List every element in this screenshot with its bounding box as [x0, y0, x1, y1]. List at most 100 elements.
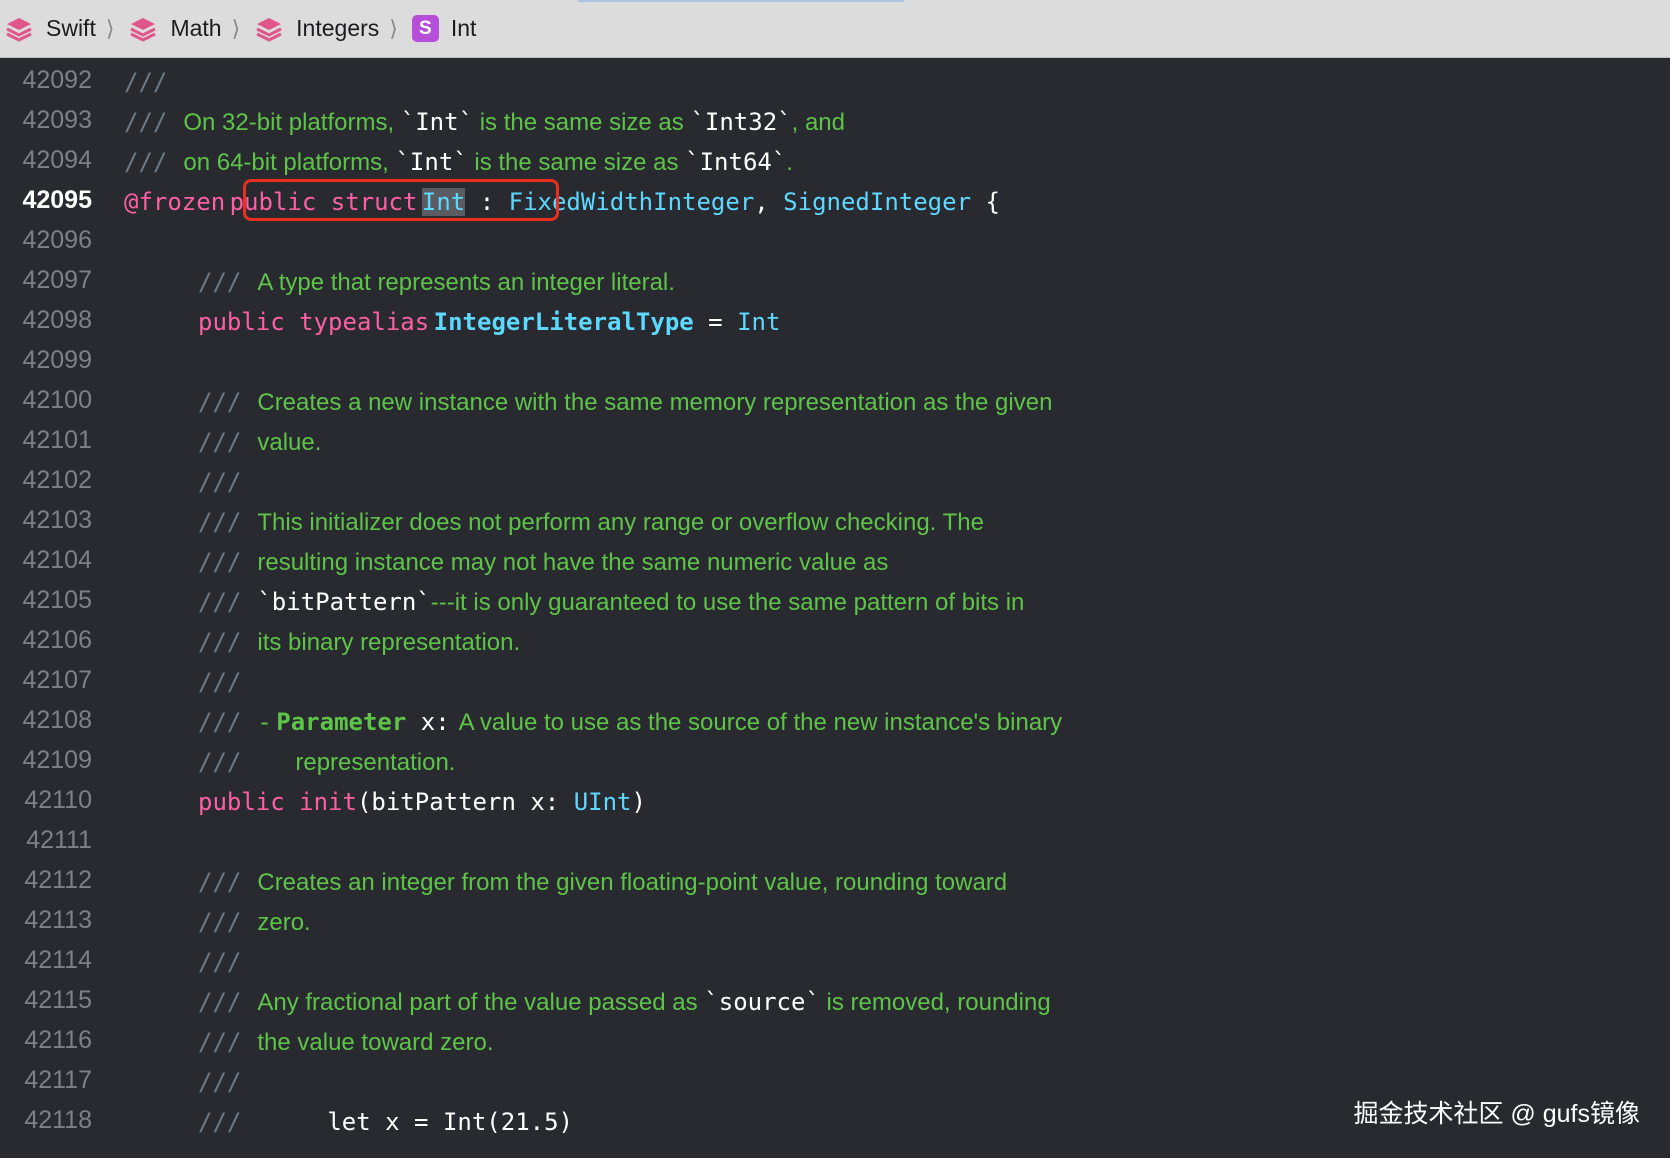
code-line[interactable]: 42116 /// the value toward zero. — [0, 1022, 1670, 1062]
line-number: 42092 — [22, 66, 92, 94]
doc-comment-marker: /// — [198, 548, 242, 576]
code-line[interactable]: 42105 /// `bitPattern`---it is only guaran… — [0, 582, 1670, 622]
line-number: 42096 — [22, 226, 92, 254]
code-content: /// Creates an integer from the given flo… — [198, 862, 1007, 906]
code-content: /// Creates a new instance with the same … — [198, 382, 1052, 426]
code-line[interactable]: 42115 /// Any fractional part of the value… — [0, 982, 1670, 1022]
code-content: /// value. — [198, 422, 321, 466]
close-paren: ) — [631, 788, 646, 816]
doc-comment-marker: /// — [198, 748, 242, 776]
type-name: IntegerLiteralType — [433, 308, 694, 336]
breadcrumb-separator: ⟩ — [231, 15, 241, 41]
doc-text: the value toward zero. — [257, 1029, 494, 1056]
doc-comment-marker: /// — [124, 108, 168, 136]
breadcrumb-separator: ⟩ — [389, 15, 398, 41]
parameter-list: (bitPattern x: — [356, 788, 574, 816]
code-line[interactable]: 42107 /// — [0, 662, 1670, 702]
breadcrumb-separator: ⟩ — [105, 15, 115, 41]
breadcrumb-label: Swift — [46, 15, 96, 41]
code-line[interactable]: 42097 /// A type that represents an intege… — [0, 262, 1670, 302]
watermark: 掘金技术社区 @ gufs镜像 — [1353, 1100, 1640, 1128]
doc-comment-text: let x = Int(21.5) — [257, 1108, 573, 1136]
list-dash: - — [257, 708, 272, 736]
framework-stack-icon — [256, 17, 282, 42]
code-line[interactable]: 42096 — [0, 222, 1670, 262]
inline-code: `Int` — [400, 108, 474, 136]
breadcrumb-item-swift[interactable]: Swift — [4, 14, 96, 44]
declaration-keyword: public init — [198, 788, 357, 816]
line-number: 42103 — [22, 506, 92, 534]
code-line[interactable]: 42103 /// This initializer does not perfor… — [0, 502, 1670, 542]
line-number: 42100 — [22, 386, 92, 414]
code-line[interactable]: 42109 /// representation. — [0, 742, 1670, 782]
doc-comment-text: This initializer does not perform any ra… — [257, 509, 984, 536]
code-line[interactable]: 42092 /// — [0, 62, 1670, 102]
doc-comment-marker: /// — [198, 1068, 242, 1096]
code-line[interactable]: 42110 public init(bitPattern x: UInt) — [0, 782, 1670, 822]
code-line[interactable]: 42104 /// resulting instance may not have … — [0, 542, 1670, 582]
doc-text: resulting instance may not have the same… — [257, 549, 889, 576]
line-number: 42093 — [22, 106, 92, 134]
breadcrumb-label: Math — [170, 15, 222, 41]
doc-comment-marker: /// — [198, 628, 242, 656]
code-line[interactable]: 42112 /// Creates an integer from the give… — [0, 862, 1670, 902]
line-number: 42118 — [24, 1106, 92, 1134]
code-content: /// — [124, 62, 183, 106]
doc-comment-text: value. — [257, 429, 321, 456]
code-content: public init(bitPattern x: UInt) — [198, 782, 646, 826]
code-line[interactable]: 42100 /// Creates a new instance with the … — [0, 382, 1670, 422]
code-line[interactable]: 42106 /// its binary representation. — [0, 622, 1670, 662]
struct-s-icon: S — [411, 15, 439, 42]
doc-comment-marker: /// — [198, 428, 242, 456]
code-content: /// resulting instance may not have the s… — [198, 542, 888, 586]
line-number: 42112 — [24, 866, 92, 894]
doc-text: on 64-bit platforms, — [183, 149, 396, 176]
code-content: /// Any fractional part of the value pass… — [198, 982, 1051, 1026]
code-line[interactable]: 42108///- Parameter x: A value to use as… — [0, 702, 1670, 742]
line-number: 42095 — [22, 186, 92, 214]
doc-comment-marker: /// — [198, 988, 242, 1016]
doc-comment-marker: /// — [198, 1028, 242, 1056]
doc-comment-text: A type that represents an integer litera… — [257, 269, 675, 296]
inline-code: `Int` — [395, 148, 468, 176]
equals: = — [693, 308, 738, 336]
doc-text: Any fractional part of the value passed … — [257, 989, 705, 1016]
breadcrumb-label: Integers — [296, 15, 380, 41]
code-line[interactable]: 42098 public typealias IntegerLiteralType… — [0, 302, 1670, 342]
doc-comment-text: Creates a new instance with the same mem… — [257, 389, 1052, 416]
code-line[interactable]: 42093 /// On 32-bit platforms, `Int` is th… — [0, 102, 1670, 142]
code-content: public typealias IntegerLiteralType = In… — [198, 302, 780, 346]
doc-comment-marker: /// — [198, 948, 242, 976]
declaration-keyword: public typealias — [198, 308, 430, 336]
doc-comment-marker: /// — [198, 708, 242, 736]
line-number: 42115 — [24, 986, 92, 1014]
doc-text: its binary representation. — [257, 629, 521, 656]
doc-comment-marker: /// — [198, 868, 242, 896]
code-content: ///- Parameter x: A value to use as the … — [198, 702, 1062, 746]
doc-text: is the same size as — [473, 109, 691, 136]
breadcrumb-item-math[interactable]: Math — [128, 14, 222, 44]
attribute-keyword: @frozen — [124, 188, 226, 216]
code-line[interactable]: 42094 /// on 64-bit platforms, `Int` is th… — [0, 142, 1670, 182]
code-line[interactable]: 42111 — [0, 822, 1670, 862]
code-line[interactable]: 42101 /// value. — [0, 422, 1670, 462]
line-number: 42104 — [22, 546, 92, 574]
code-content: /// the value toward zero. — [198, 1022, 494, 1066]
doc-comment-marker: /// — [198, 508, 242, 536]
code-line[interactable]: 42114 /// — [0, 942, 1670, 982]
code-line[interactable]: 42102 /// — [0, 462, 1670, 502]
doc-text: is the same size as — [467, 149, 686, 176]
code-content: /// — [198, 1062, 257, 1106]
line-number: 42116 — [24, 1026, 92, 1054]
inline-code: `Int32` — [690, 108, 792, 136]
line-number: 42114 — [24, 946, 92, 974]
line-number: 42101 — [22, 426, 92, 454]
code-content: /// — [198, 462, 257, 506]
code-editor[interactable]: 42092 /// 42093 /// On 32-bit platforms, `In… — [0, 58, 1670, 1158]
breadcrumb-item-int[interactable]: S Int — [411, 15, 476, 42]
doc-comment-text: its binary representation. — [257, 629, 520, 656]
breadcrumb-item-integers[interactable]: Integers — [254, 14, 379, 44]
code-line[interactable]: 42113 /// zero. — [0, 902, 1670, 942]
code-line[interactable]: 42099 — [0, 342, 1670, 382]
doc-text: , and — [791, 109, 845, 136]
